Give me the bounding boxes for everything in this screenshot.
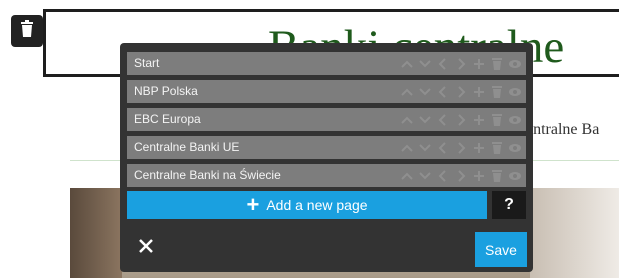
chevron-up-icon[interactable] <box>400 56 414 71</box>
plus-icon[interactable] <box>472 84 486 99</box>
page-row[interactable]: NBP Polska <box>127 80 526 103</box>
page-row-label: EBC Europa <box>134 112 201 126</box>
trash-icon[interactable] <box>490 56 504 71</box>
page-row-label: Centralne Banki na Świecie <box>134 168 281 182</box>
help-label: ? <box>504 196 514 213</box>
page-row[interactable]: EBC Europa <box>127 108 526 131</box>
chevron-up-icon[interactable] <box>400 84 414 99</box>
chevron-up-icon[interactable] <box>400 140 414 155</box>
page-row-actions <box>400 168 522 183</box>
chevron-left-icon[interactable] <box>436 140 450 155</box>
page-row[interactable]: Centralne Banki UE <box>127 136 526 159</box>
plus-icon: + <box>246 192 260 217</box>
plus-icon[interactable] <box>472 112 486 127</box>
chevron-left-icon[interactable] <box>436 84 450 99</box>
eye-icon[interactable] <box>508 112 522 127</box>
eye-icon[interactable] <box>508 56 522 71</box>
chevron-left-icon[interactable] <box>436 168 450 183</box>
delete-block-button[interactable] <box>11 15 43 47</box>
trash-icon <box>20 20 34 42</box>
page-row-actions <box>400 56 522 71</box>
save-button[interactable]: Save <box>475 232 527 267</box>
plus-icon[interactable] <box>472 56 486 71</box>
chevron-left-icon[interactable] <box>436 56 450 71</box>
chevron-down-icon[interactable] <box>418 140 432 155</box>
page-row-label: Start <box>134 56 160 70</box>
photo-shadow <box>70 188 122 278</box>
page-row-label: NBP Polska <box>134 84 198 98</box>
chevron-down-icon[interactable] <box>418 112 432 127</box>
eye-icon[interactable] <box>508 168 522 183</box>
close-icon <box>138 238 154 259</box>
chevron-down-icon[interactable] <box>418 168 432 183</box>
chevron-left-icon[interactable] <box>436 112 450 127</box>
trash-icon[interactable] <box>490 84 504 99</box>
page-row-actions <box>400 84 522 99</box>
page-row[interactable]: Centralne Banki na Świecie <box>127 164 526 187</box>
close-button[interactable] <box>134 236 158 260</box>
add-page-label: Add a new page <box>266 197 368 213</box>
help-button[interactable]: ? <box>492 191 526 219</box>
chevron-down-icon[interactable] <box>418 84 432 99</box>
page-row-label: Centralne Banki UE <box>134 140 240 154</box>
trash-icon[interactable] <box>490 112 504 127</box>
chevron-right-icon[interactable] <box>454 84 468 99</box>
trash-icon[interactable] <box>490 140 504 155</box>
plus-icon[interactable] <box>472 168 486 183</box>
chevron-right-icon[interactable] <box>454 56 468 71</box>
page-row[interactable]: Start <box>127 52 526 75</box>
page-row-actions <box>400 112 522 127</box>
add-page-button[interactable]: + Add a new page <box>127 191 487 219</box>
chevron-right-icon[interactable] <box>454 168 468 183</box>
chevron-down-icon[interactable] <box>418 56 432 71</box>
chevron-up-icon[interactable] <box>400 168 414 183</box>
eye-icon[interactable] <box>508 140 522 155</box>
chevron-up-icon[interactable] <box>400 112 414 127</box>
chevron-right-icon[interactable] <box>454 140 468 155</box>
page-manager-panel: Start NBP Polska EBC Europa Centralne Ba… <box>120 43 533 272</box>
page-row-actions <box>400 140 522 155</box>
save-label: Save <box>485 241 517 258</box>
eye-icon[interactable] <box>508 84 522 99</box>
photo-highlight <box>530 188 619 278</box>
chevron-right-icon[interactable] <box>454 112 468 127</box>
page-subtitle: entralne Ba <box>526 121 600 138</box>
plus-icon[interactable] <box>472 140 486 155</box>
trash-icon[interactable] <box>490 168 504 183</box>
